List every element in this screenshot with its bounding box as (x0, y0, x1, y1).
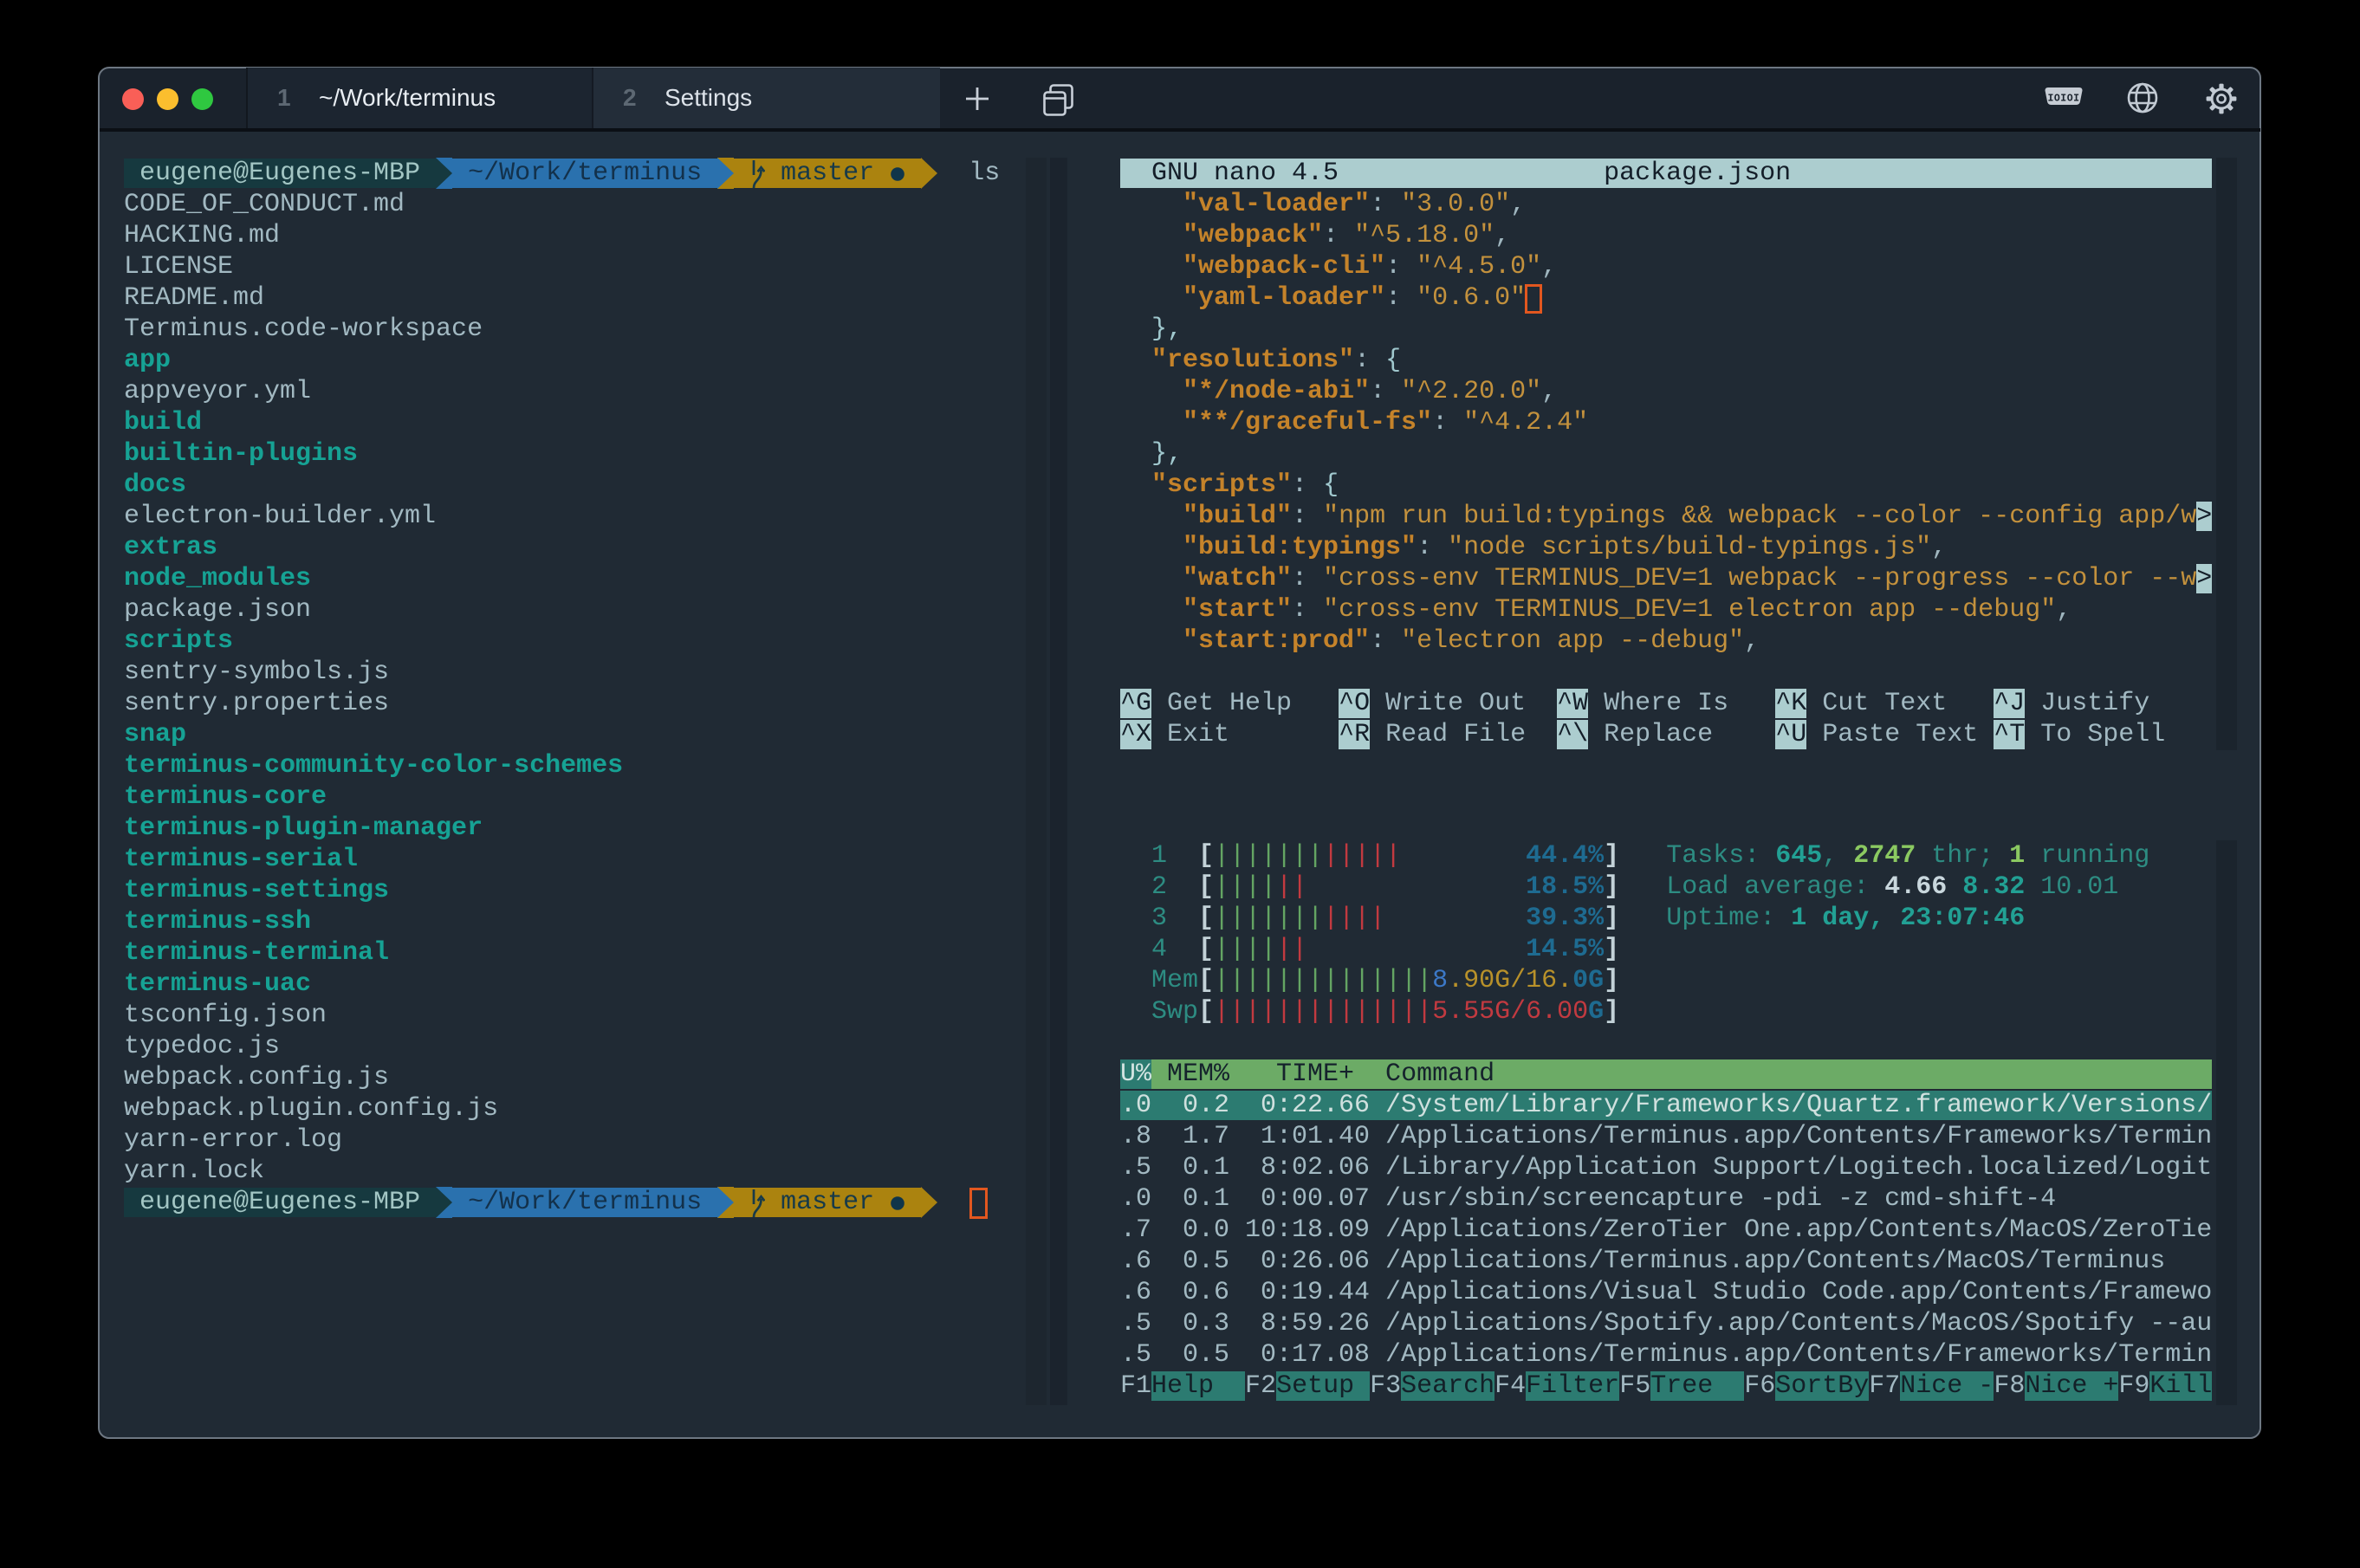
svg-text:IOIOI: IOIOI (2047, 94, 2079, 105)
